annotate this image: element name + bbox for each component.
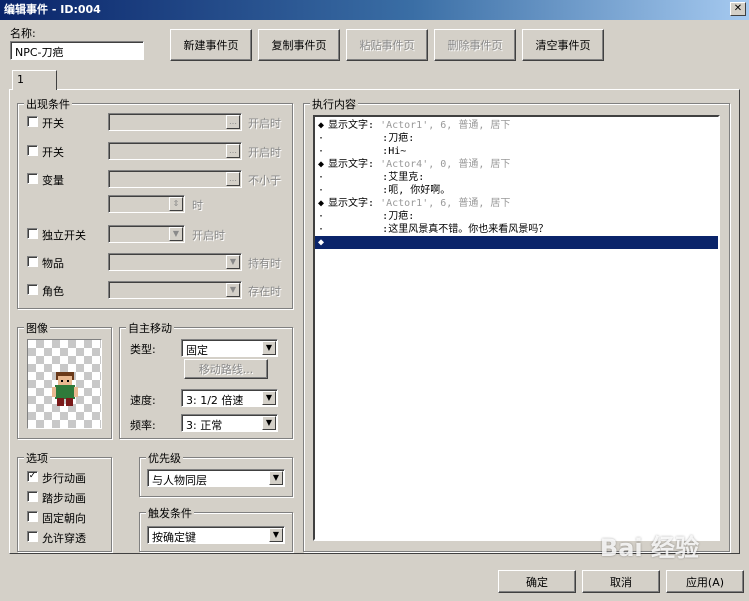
self-switch-select[interactable]: ▼ bbox=[108, 225, 185, 243]
chevron-down-icon: ▼ bbox=[262, 391, 276, 405]
title-bar: 编辑事件 - ID:004 ✕ bbox=[0, 0, 749, 20]
command-line[interactable]: · :刀疤: bbox=[318, 132, 414, 145]
variable-select[interactable]: … bbox=[108, 170, 242, 188]
selected-empty-command[interactable]: ◆ bbox=[315, 236, 718, 249]
move-freq-select[interactable]: 3: 正常 ▼ bbox=[181, 414, 278, 432]
chevron-down-icon: ▼ bbox=[226, 283, 240, 297]
command-line[interactable]: ◆ 显示文字: 'Actor4', 0, 普通, 居下 bbox=[318, 158, 510, 171]
through-checkbox[interactable] bbox=[27, 531, 38, 542]
contents-title: 执行内容 bbox=[310, 96, 358, 112]
watermark: Bai 经验 bbox=[599, 534, 699, 562]
clear-event-page-button[interactable]: 清空事件页 bbox=[522, 29, 604, 61]
move-speed-select[interactable]: 3: 1/2 倍速 ▼ bbox=[181, 389, 278, 407]
delete-event-page-button[interactable]: 删除事件页 bbox=[434, 29, 516, 61]
through-label: 允许穿透 bbox=[42, 532, 86, 545]
walking-anim-label: 步行动画 bbox=[42, 472, 86, 485]
tab-page-1[interactable]: 1 bbox=[12, 70, 57, 90]
move-speed-value: 3: 1/2 倍速 bbox=[186, 394, 244, 407]
chevron-down-icon: … bbox=[226, 144, 240, 158]
actor-select[interactable]: ▼ bbox=[108, 281, 242, 299]
priority-select[interactable]: 与人物同层 ▼ bbox=[147, 469, 285, 487]
variable-value-spinner[interactable]: ⇕ bbox=[108, 195, 185, 213]
move-freq-label: 频率: bbox=[130, 419, 156, 432]
move-freq-value: 3: 正常 bbox=[186, 419, 223, 432]
walking-anim-checkbox[interactable]: ✓ bbox=[27, 471, 38, 482]
ok-button[interactable]: 确定 bbox=[498, 570, 576, 593]
priority-value: 与人物同层 bbox=[152, 474, 207, 487]
chevron-down-icon: ▼ bbox=[262, 341, 276, 355]
event-command-list[interactable]: ◆ 显示文字: 'Actor1', 6, 普通, 居下 · :刀疤: · :Hi~… bbox=[313, 115, 720, 541]
item-label: 物品 bbox=[42, 257, 64, 270]
self-switch-suffix: 开启时 bbox=[192, 229, 225, 242]
direction-fix-label: 固定朝向 bbox=[42, 512, 86, 525]
options-title: 选项 bbox=[24, 450, 50, 466]
cancel-button[interactable]: 取消 bbox=[582, 570, 660, 593]
priority-title: 优先级 bbox=[146, 450, 183, 466]
chevron-down-icon: ▼ bbox=[269, 471, 283, 485]
command-line[interactable]: ◆ 显示文字: 'Actor1', 6, 普通, 居下 bbox=[318, 119, 510, 132]
name-input[interactable]: NPC-刀疤 bbox=[10, 41, 144, 60]
self-switch-checkbox[interactable] bbox=[27, 228, 38, 239]
self-switch-label: 独立开关 bbox=[42, 229, 86, 242]
actor-suffix: 存在时 bbox=[248, 285, 281, 298]
command-line[interactable]: · :艾里克: bbox=[318, 171, 424, 184]
copy-event-page-button[interactable]: 复制事件页 bbox=[258, 29, 340, 61]
command-line[interactable]: · :呃, 你好啊。 bbox=[318, 184, 450, 197]
paste-event-page-button[interactable]: 粘贴事件页 bbox=[346, 29, 428, 61]
chevron-down-icon: ▼ bbox=[262, 416, 276, 430]
move-type-value: 固定 bbox=[186, 344, 208, 357]
stepping-anim-checkbox[interactable] bbox=[27, 491, 38, 502]
actor-checkbox[interactable] bbox=[27, 284, 38, 295]
autonomous-title: 自主移动 bbox=[126, 320, 174, 336]
chevron-down-icon: … bbox=[226, 115, 240, 129]
character-sprite-icon bbox=[52, 372, 78, 406]
chevron-down-icon: ▼ bbox=[226, 255, 240, 269]
spinner-arrows-icon: ⇕ bbox=[169, 197, 183, 211]
command-line[interactable]: · :Hi~ bbox=[318, 145, 406, 158]
move-route-button[interactable]: 移动路线... bbox=[184, 359, 268, 379]
item-checkbox[interactable] bbox=[27, 256, 38, 267]
character-image-preview[interactable] bbox=[27, 339, 102, 429]
move-speed-label: 速度: bbox=[130, 394, 156, 407]
item-suffix: 持有时 bbox=[248, 257, 281, 270]
image-title: 图像 bbox=[24, 320, 50, 336]
command-line[interactable]: ◆ 显示文字: 'Actor1', 6, 普通, 居下 bbox=[318, 197, 510, 210]
actor-label: 角色 bbox=[42, 285, 64, 298]
switch2-checkbox[interactable] bbox=[27, 145, 38, 156]
chevron-down-icon: ▼ bbox=[269, 528, 283, 542]
command-line[interactable]: · :这里风景真不错。你也来看风景吗？ bbox=[318, 223, 548, 236]
variable-suffix: 不小于 bbox=[248, 174, 281, 187]
trigger-title: 触发条件 bbox=[146, 505, 194, 521]
stepping-anim-label: 踏步动画 bbox=[42, 492, 86, 505]
chevron-down-icon: … bbox=[226, 172, 240, 186]
variable-checkbox[interactable] bbox=[27, 173, 38, 184]
switch1-suffix: 开启时 bbox=[248, 117, 281, 130]
switch1-select[interactable]: … bbox=[108, 113, 242, 131]
switch1-label: 开关 bbox=[42, 117, 64, 130]
trigger-select[interactable]: 按确定键 ▼ bbox=[147, 526, 285, 544]
variable-suffix2: 时 bbox=[192, 199, 203, 212]
name-label: 名称: bbox=[10, 27, 36, 40]
variable-label: 变量 bbox=[42, 174, 64, 187]
trigger-value: 按确定键 bbox=[152, 531, 196, 544]
switch2-label: 开关 bbox=[42, 146, 64, 159]
move-type-label: 类型: bbox=[130, 343, 156, 356]
move-type-select[interactable]: 固定 ▼ bbox=[181, 339, 278, 357]
chevron-down-icon: ▼ bbox=[169, 227, 183, 241]
command-line[interactable]: · :刀疤: bbox=[318, 210, 414, 223]
item-select[interactable]: ▼ bbox=[108, 253, 242, 271]
switch2-select[interactable]: … bbox=[108, 142, 242, 160]
conditions-title: 出现条件 bbox=[24, 96, 72, 112]
new-event-page-button[interactable]: 新建事件页 bbox=[170, 29, 252, 61]
switch1-checkbox[interactable] bbox=[27, 116, 38, 127]
close-icon[interactable]: ✕ bbox=[730, 2, 746, 16]
apply-button[interactable]: 应用(A) bbox=[666, 570, 744, 593]
switch2-suffix: 开启时 bbox=[248, 146, 281, 159]
direction-fix-checkbox[interactable] bbox=[27, 511, 38, 522]
window-title: 编辑事件 - ID:004 bbox=[4, 3, 101, 16]
